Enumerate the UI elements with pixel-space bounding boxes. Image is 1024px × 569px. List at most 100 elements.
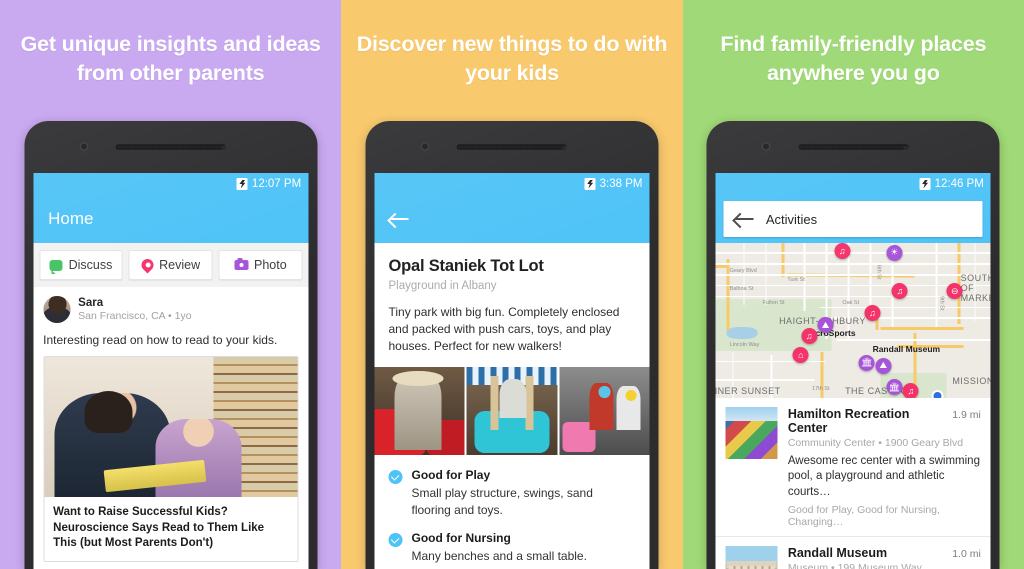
- front-camera-icon: [420, 142, 430, 151]
- post-author: Sara: [78, 297, 104, 309]
- post-text: Interesting read on how to read to your …: [43, 333, 278, 347]
- map-pin-park[interactable]: ⌂: [792, 346, 809, 363]
- proximity-sensor-icon: [221, 146, 226, 150]
- photo-label: Photo: [254, 258, 287, 272]
- place-features: Good for Play Small play structure, swin…: [374, 455, 649, 569]
- screenshot-gallery: Get unique insights and ideas from other…: [0, 0, 1024, 569]
- list-item[interactable]: Hamilton Recreation Center 1.9 mi Commun…: [715, 398, 991, 537]
- map-street-label: Turk St: [787, 277, 805, 284]
- search-bar[interactable]: Activities: [723, 201, 983, 237]
- status-bar: 3:38 PM: [374, 173, 650, 195]
- map-street-label: Lincoln Way: [729, 342, 760, 349]
- check-circle-icon: [388, 470, 403, 485]
- list-item[interactable]: Randall Museum 1.0 mi Museum • 199 Museu…: [715, 536, 991, 569]
- app-bar: Home: [33, 195, 309, 243]
- place-thumbnail: [725, 407, 778, 459]
- camera-icon: [234, 257, 248, 270]
- front-camera-icon: [79, 142, 89, 151]
- map-street-label: Oak St: [842, 300, 860, 307]
- place-photo-row: [374, 367, 650, 456]
- phone-mockup-2: 3:38 PM Opal Staniek Tot Lot Playground …: [365, 121, 659, 569]
- compose-actions: Discuss Review Photo: [33, 243, 309, 287]
- map-view[interactable]: Geary Blvd Balboa St Turk St Fulton St O…: [715, 243, 991, 398]
- feature-desc: Many benches and a small table.: [411, 549, 587, 564]
- feature-desc: Small play structure, swings, sand floor…: [411, 486, 593, 517]
- discuss-button[interactable]: Discuss: [39, 250, 123, 280]
- discuss-label: Discuss: [68, 258, 113, 272]
- post-meta: San Francisco, CA • 1yo: [78, 310, 192, 322]
- place-name: Hamilton Recreation Center: [787, 407, 910, 435]
- battery-charging-icon: [584, 178, 596, 190]
- phone-mockup-1: 12:07 PM Home Discuss Review Photo Sara …: [24, 121, 318, 569]
- place-distance: 1.0 mi: [952, 547, 981, 560]
- place-subtitle: Community Center • 1900 Geary Blvd: [787, 437, 964, 449]
- map-pin-museum[interactable]: 🏛: [858, 354, 875, 371]
- map-pin-playground[interactable]: ⛰: [875, 357, 892, 374]
- map-pin-playground[interactable]: ☀: [886, 244, 903, 261]
- status-bar: 12:46 PM: [715, 173, 991, 195]
- panel-find-places: Find family-friendly places anywhere you…: [682, 0, 1024, 569]
- map-street-label: Geary Blvd: [729, 267, 757, 274]
- feature-name: Good for Play: [411, 468, 491, 483]
- review-button[interactable]: Review: [128, 250, 213, 280]
- place-description: Tiny park with big fun. Completely enclo…: [388, 305, 620, 354]
- feature-item: Good for Play Small play structure, swin…: [374, 468, 649, 531]
- feature-name: Good for Nursing: [411, 531, 511, 546]
- map-pin-icon: [138, 256, 156, 274]
- place-tags: Good for Play, Good for Nursing, Changin…: [787, 503, 940, 528]
- battery-charging-icon: [919, 178, 931, 190]
- post-header: Sara San Francisco, CA • 1yo: [43, 296, 298, 323]
- place-distance: 1.9 mi: [952, 409, 981, 421]
- map-neighborhood-label: MISSION DISTRICT: [952, 376, 991, 387]
- search-input[interactable]: Activities: [766, 212, 817, 227]
- phone-1-screen: 12:07 PM Home Discuss Review Photo Sara …: [33, 173, 309, 569]
- status-time: 12:07 PM: [251, 178, 302, 190]
- map-street-label: 17th St: [812, 385, 830, 392]
- back-arrow-icon[interactable]: [389, 212, 409, 226]
- phone-2-screen: 3:38 PM Opal Staniek Tot Lot Playground …: [374, 173, 650, 569]
- panel-1-tagline: Get unique insights and ideas from other…: [20, 32, 321, 85]
- map-street-label: Fulton St: [762, 300, 785, 307]
- place-description: Awesome rec center with a swimming pool,…: [787, 455, 980, 498]
- feed-post[interactable]: Sara San Francisco, CA • 1yo Interesting…: [33, 287, 309, 562]
- phone-mockup-3: 12:46 PM Activities Geary Blvd Balboa St…: [706, 121, 1000, 569]
- battery-charging-icon: [236, 178, 248, 190]
- map-water: [726, 326, 758, 340]
- panel-2-tagline: Discover new things to do with your kids: [356, 32, 668, 85]
- place-detail: Opal Staniek Tot Lot Playground in Alban…: [374, 243, 649, 367]
- map-neighborhood-label: SOUTH OF MARKET: [960, 273, 991, 303]
- front-camera-icon: [761, 142, 771, 151]
- avatar[interactable]: [43, 296, 71, 323]
- place-photo[interactable]: [559, 367, 650, 456]
- place-photo[interactable]: [466, 367, 558, 456]
- speech-bubble-icon: [49, 259, 63, 274]
- map-pin-music[interactable]: ♫: [902, 382, 919, 398]
- article-thumbnail: [44, 357, 298, 497]
- map-street-label: 9th St: [938, 295, 945, 310]
- status-time: 12:46 PM: [934, 178, 984, 190]
- proximity-sensor-icon: [562, 146, 567, 150]
- panel-discover: Discover new things to do with your kids…: [341, 0, 683, 569]
- back-arrow-icon[interactable]: [734, 212, 754, 226]
- phone-3-screen: 12:46 PM Activities Geary Blvd Balboa St…: [715, 173, 991, 569]
- place-name: Randall Museum: [787, 545, 888, 560]
- map-neighborhood-label: INNER SUNSET: [716, 385, 781, 396]
- phone-speaker-grille: [798, 144, 909, 150]
- place-thumbnail: [725, 545, 778, 569]
- place-photo[interactable]: [374, 367, 465, 456]
- map-street-label: 6th St: [875, 264, 882, 279]
- photo-button[interactable]: Photo: [218, 250, 303, 280]
- phone-speaker-grille: [115, 144, 226, 150]
- place-title: Opal Staniek Tot Lot: [388, 257, 544, 275]
- page-title: Home: [48, 209, 94, 228]
- proximity-sensor-icon: [903, 146, 908, 150]
- search-header: Activities: [715, 195, 991, 243]
- map-pin-museum[interactable]: 🏛: [886, 379, 903, 396]
- article-title: Want to Raise Successful Kids? Neuroscie…: [44, 497, 298, 561]
- panel-3-tagline: Find family-friendly places anywhere you…: [720, 32, 987, 85]
- place-subtitle: Museum • 199 Museum Way: [787, 561, 922, 569]
- map-pin-music[interactable]: ♫: [864, 305, 881, 321]
- link-preview-card[interactable]: Want to Raise Successful Kids? Neuroscie…: [43, 356, 299, 562]
- status-time: 3:38 PM: [599, 178, 643, 190]
- place-subtitle: Playground in Albany: [388, 280, 497, 292]
